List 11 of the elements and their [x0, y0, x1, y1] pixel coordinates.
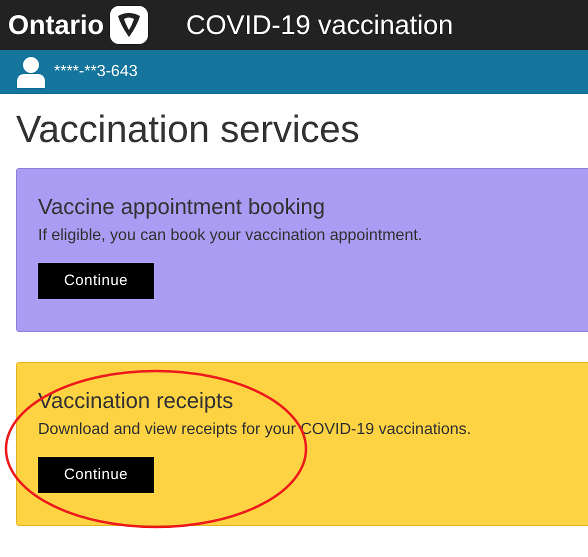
masked-health-card-number: ****-**3-643: [54, 62, 138, 82]
card-title: Vaccination receipts: [38, 387, 234, 415]
page-title: Vaccination services: [16, 108, 361, 153]
card-description: Download and view receipts for your COVID-19 vaccinations.: [38, 420, 472, 440]
card-title: Vaccine appointment booking: [38, 193, 326, 221]
card-description: If eligible, you can book your vaccination appointment.: [38, 226, 424, 246]
continue-button[interactable]: Continue: [38, 263, 154, 299]
app-title: COVID-19 vaccination: [186, 8, 454, 42]
continue-button[interactable]: Continue: [38, 457, 154, 493]
brand-name: Ontario: [8, 8, 104, 42]
user-icon: [16, 56, 46, 88]
